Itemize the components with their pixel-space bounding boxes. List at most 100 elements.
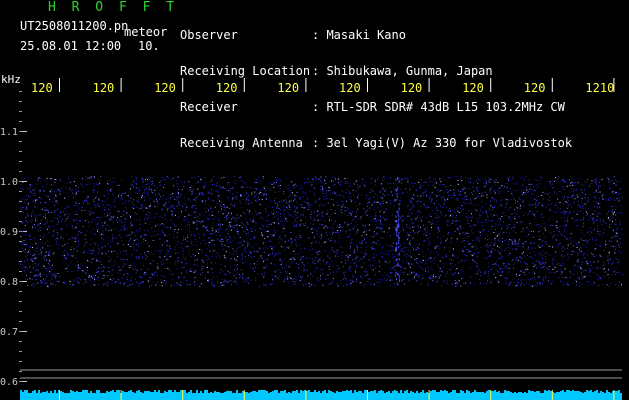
noise-pixel (555, 225, 557, 226)
noise-pixel (343, 190, 345, 192)
noise-pixel (463, 237, 465, 239)
noise-pixel (98, 267, 100, 269)
noise-pixel (244, 249, 246, 251)
noise-pixel (462, 198, 463, 200)
noise-pixel (335, 192, 337, 194)
noise-pixel (363, 257, 365, 259)
noise-pixel (384, 195, 386, 197)
noise-pixel (356, 214, 358, 216)
noise-pixel (534, 247, 536, 249)
noise-pixel (264, 193, 266, 195)
noise-pixel (457, 227, 459, 228)
noise-pixel (149, 204, 151, 206)
noise-pixel (57, 223, 59, 225)
noise-pixel (458, 190, 459, 192)
noise-pixel (53, 252, 55, 254)
noise-pixel (122, 259, 123, 261)
noise-pixel (323, 250, 325, 252)
noise-pixel (76, 261, 78, 263)
noise-pixel (111, 188, 113, 190)
noise-pixel (134, 239, 136, 241)
noise-pixel (103, 275, 105, 276)
noise-pixel (621, 197, 623, 199)
noise-pixel (425, 231, 427, 233)
noise-pixel (309, 181, 311, 183)
noise-pixel (340, 180, 342, 182)
noise-pixel (504, 266, 506, 268)
noise-pixel (612, 206, 614, 208)
noise-pixel (76, 223, 78, 225)
noise-pixel (236, 214, 238, 216)
noise-pixel (468, 249, 470, 251)
noise-pixel (568, 213, 570, 215)
noise-pixel (92, 199, 94, 201)
noise-pixel (341, 257, 343, 259)
noise-pixel (286, 246, 288, 248)
noise-pixel (587, 179, 589, 181)
noise-pixel (364, 250, 366, 252)
noise-pixel (389, 183, 391, 184)
noise-pixel (402, 219, 404, 221)
noise-pixel (487, 251, 489, 253)
noise-pixel (589, 275, 591, 277)
noise-pixel (296, 263, 297, 264)
noise-pixel (44, 223, 46, 225)
noise-pixel (452, 255, 454, 257)
noise-pixel (356, 211, 357, 213)
noise-pixel (586, 213, 588, 215)
noise-pixel (347, 215, 348, 216)
noise-pixel (115, 281, 116, 283)
noise-pixel (207, 218, 209, 220)
noise-pixel (409, 227, 411, 229)
noise-pixel (312, 219, 314, 221)
noise-pixel (503, 185, 505, 187)
noise-pixel (31, 259, 33, 261)
noise-pixel (479, 239, 481, 241)
noise-pixel (432, 210, 434, 212)
noise-pixel (102, 231, 104, 233)
noise-pixel (162, 217, 164, 219)
noise-pixel (521, 257, 523, 259)
noise-pixel (535, 202, 537, 204)
noise-pixel (437, 189, 439, 191)
noise-pixel (54, 204, 55, 206)
x-tick-mark (120, 78, 122, 92)
noise-pixel (279, 269, 281, 271)
noise-pixel (458, 272, 459, 274)
noise-pixel (256, 182, 258, 184)
noise-pixel (446, 255, 448, 257)
noise-pixel (468, 181, 470, 183)
noise-pixel (508, 226, 510, 228)
noise-pixel (519, 177, 521, 179)
noise-pixel (520, 205, 521, 207)
noise-pixel (357, 187, 359, 189)
noise-pixel (32, 258, 34, 259)
noise-pixel (76, 236, 78, 238)
noise-pixel (349, 242, 351, 244)
noise-pixel (309, 190, 311, 192)
noise-pixel (154, 189, 156, 191)
noise-pixel (187, 245, 189, 247)
noise-pixel (183, 220, 185, 222)
noise-pixel (55, 210, 57, 212)
noise-pixel (581, 232, 583, 234)
noise-pixel (365, 275, 367, 277)
noise-pixel (599, 255, 601, 257)
noise-pixel (257, 192, 259, 194)
noise-pixel (243, 182, 245, 184)
noise-pixel (138, 191, 140, 193)
noise-pixel (528, 234, 530, 235)
noise-pixel (273, 269, 275, 271)
noise-pixel (476, 265, 478, 267)
noise-pixel (357, 208, 359, 210)
noise-pixel (474, 253, 476, 254)
noise-pixel (563, 217, 565, 219)
noise-pixel (374, 218, 376, 219)
noise-pixel (211, 214, 213, 216)
noise-pixel (73, 248, 75, 250)
info-value-observer: : Masaki Kano (312, 28, 406, 42)
noise-pixel (507, 236, 509, 237)
noise-pixel (307, 275, 309, 277)
noise-pixel (573, 188, 575, 190)
noise-pixel (91, 221, 93, 223)
